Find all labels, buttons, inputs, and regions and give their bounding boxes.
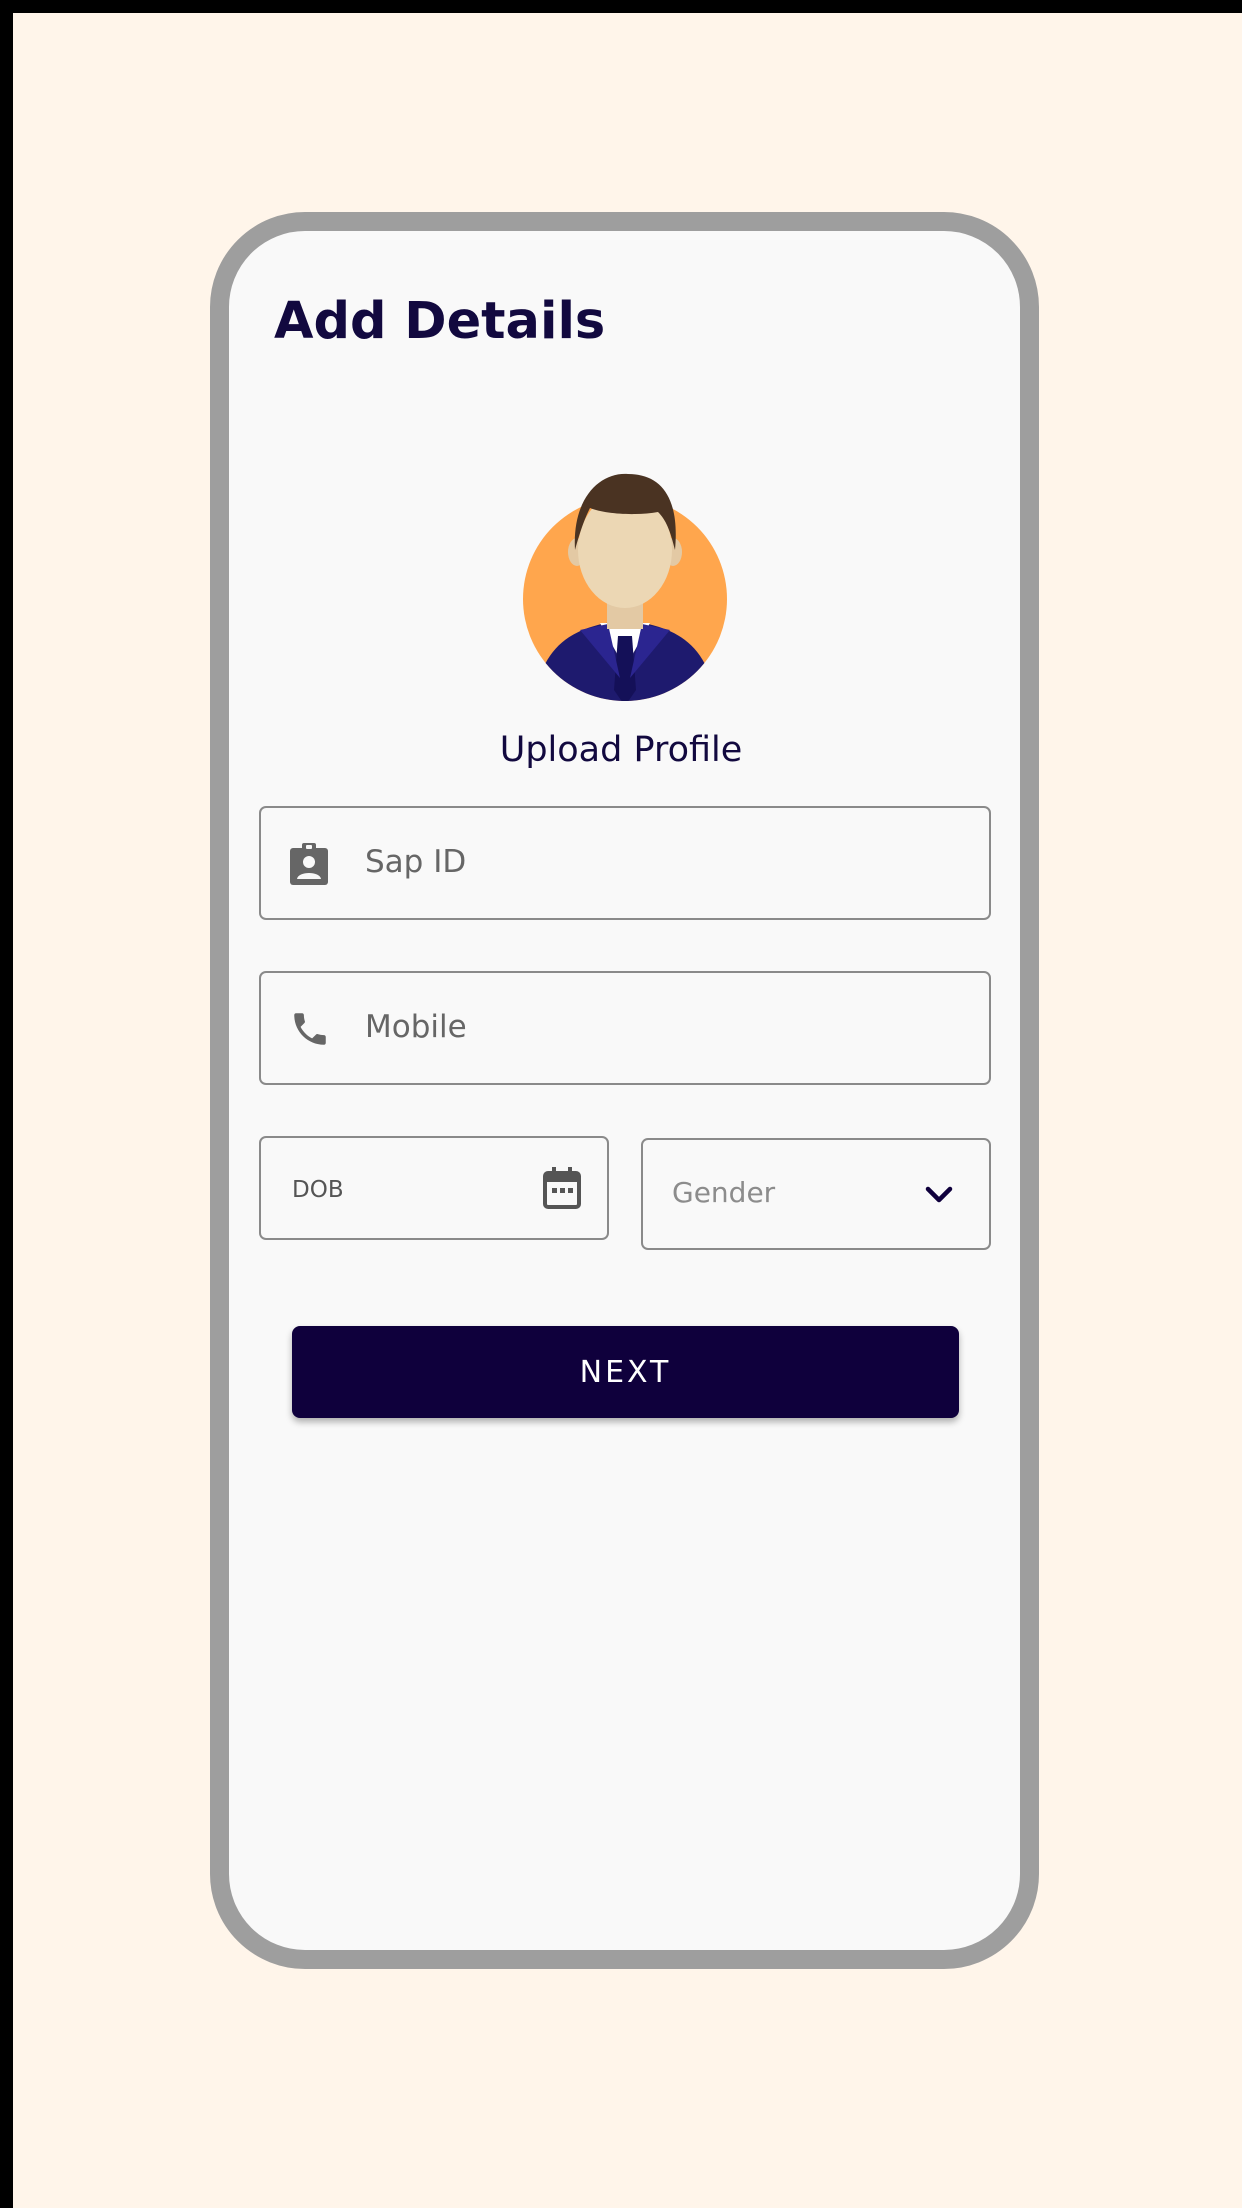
dob-placeholder: DOB [292,1177,344,1203]
person-avatar-icon [523,473,727,701]
gender-placeholder: Gender [672,1176,776,1209]
upload-profile-label[interactable]: Upload Profile [0,730,1242,770]
sap-id-field[interactable]: Sap ID [259,806,991,920]
mobile-placeholder: Mobile [365,1009,467,1045]
next-button[interactable]: NEXT [292,1326,959,1418]
dob-field[interactable]: DOB [259,1136,609,1240]
mobile-field[interactable]: Mobile [259,971,991,1085]
profile-avatar[interactable] [520,468,730,706]
page-title: Add Details [274,292,606,351]
phone-icon [289,1007,331,1051]
calendar-icon[interactable] [542,1166,582,1210]
contact-badge-icon [289,842,331,886]
chevron-down-icon [923,1184,955,1206]
sap-id-placeholder: Sap ID [365,844,467,880]
gender-select[interactable]: Gender [641,1138,991,1250]
